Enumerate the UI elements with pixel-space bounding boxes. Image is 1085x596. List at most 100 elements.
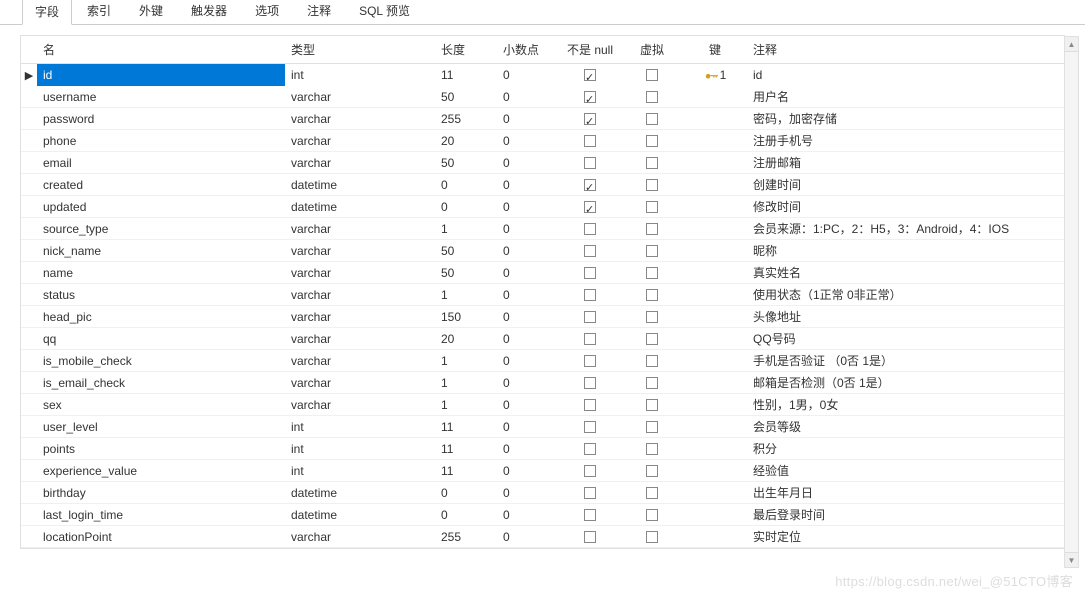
cell-decimals[interactable]: 0 (497, 130, 559, 152)
table-row[interactable]: qqvarchar200QQ号码 (21, 328, 1064, 350)
checkbox-icon[interactable] (646, 113, 658, 125)
checkbox-icon[interactable] (646, 509, 658, 521)
cell-comment[interactable]: 昵称 (747, 240, 1064, 262)
cell-type[interactable]: datetime (285, 174, 435, 196)
cell-key[interactable] (683, 438, 747, 460)
cell-key[interactable] (683, 306, 747, 328)
cell-name[interactable]: is_mobile_check (37, 350, 285, 372)
cell-name[interactable]: id (37, 64, 285, 86)
cell-comment[interactable]: 经验值 (747, 460, 1064, 482)
cell-not-null[interactable] (559, 240, 621, 262)
cell-not-null[interactable] (559, 262, 621, 284)
cell-not-null[interactable] (559, 438, 621, 460)
cell-not-null[interactable] (559, 218, 621, 240)
checkbox-icon[interactable] (584, 69, 596, 81)
cell-name[interactable]: source_type (37, 218, 285, 240)
cell-decimals[interactable]: 0 (497, 526, 559, 548)
cell-key[interactable]: 1 (683, 64, 747, 86)
cell-comment[interactable]: 会员等级 (747, 416, 1064, 438)
cell-not-null[interactable] (559, 64, 621, 86)
cell-not-null[interactable] (559, 108, 621, 130)
cell-comment[interactable]: 真实姓名 (747, 262, 1064, 284)
cell-virtual[interactable] (621, 284, 683, 306)
checkbox-icon[interactable] (584, 135, 596, 147)
header-key[interactable]: 键 (683, 36, 747, 63)
cell-type[interactable]: datetime (285, 482, 435, 504)
checkbox-icon[interactable] (646, 201, 658, 213)
cell-comment[interactable]: 创建时间 (747, 174, 1064, 196)
checkbox-icon[interactable] (584, 289, 596, 301)
cell-comment[interactable]: 出生年月日 (747, 482, 1064, 504)
cell-virtual[interactable] (621, 86, 683, 108)
cell-length[interactable]: 11 (435, 460, 497, 482)
cell-virtual[interactable] (621, 108, 683, 130)
checkbox-icon[interactable] (646, 223, 658, 235)
cell-comment[interactable]: 注册手机号 (747, 130, 1064, 152)
cell-length[interactable]: 255 (435, 108, 497, 130)
cell-type[interactable]: datetime (285, 196, 435, 218)
cell-type[interactable]: int (285, 460, 435, 482)
cell-comment[interactable]: 密码，加密存储 (747, 108, 1064, 130)
cell-decimals[interactable]: 0 (497, 86, 559, 108)
cell-name[interactable]: head_pic (37, 306, 285, 328)
cell-type[interactable]: varchar (285, 394, 435, 416)
checkbox-icon[interactable] (584, 113, 596, 125)
cell-type[interactable]: varchar (285, 328, 435, 350)
table-row[interactable]: namevarchar500真实姓名 (21, 262, 1064, 284)
table-row[interactable]: emailvarchar500注册邮箱 (21, 152, 1064, 174)
header-virtual[interactable]: 虚拟 (621, 36, 683, 63)
cell-decimals[interactable]: 0 (497, 306, 559, 328)
cell-key[interactable] (683, 262, 747, 284)
cell-decimals[interactable]: 0 (497, 218, 559, 240)
cell-name[interactable]: email (37, 152, 285, 174)
cell-not-null[interactable] (559, 306, 621, 328)
table-row[interactable]: passwordvarchar2550密码，加密存储 (21, 108, 1064, 130)
cell-decimals[interactable]: 0 (497, 350, 559, 372)
cell-not-null[interactable] (559, 416, 621, 438)
header-name[interactable]: 名 (37, 36, 285, 63)
cell-name[interactable]: birthday (37, 482, 285, 504)
cell-name[interactable]: phone (37, 130, 285, 152)
cell-not-null[interactable] (559, 482, 621, 504)
cell-length[interactable]: 1 (435, 218, 497, 240)
cell-key[interactable] (683, 372, 747, 394)
table-row[interactable]: locationPointvarchar2550实时定位 (21, 526, 1064, 548)
header-type[interactable]: 类型 (285, 36, 435, 63)
scroll-up-icon[interactable]: ▲ (1065, 37, 1078, 52)
checkbox-icon[interactable] (646, 531, 658, 543)
cell-type[interactable]: varchar (285, 262, 435, 284)
checkbox-icon[interactable] (584, 509, 596, 521)
cell-type[interactable]: varchar (285, 350, 435, 372)
cell-not-null[interactable] (559, 460, 621, 482)
cell-length[interactable]: 0 (435, 504, 497, 526)
cell-key[interactable] (683, 284, 747, 306)
checkbox-icon[interactable] (646, 465, 658, 477)
cell-key[interactable] (683, 482, 747, 504)
cell-decimals[interactable]: 0 (497, 416, 559, 438)
checkbox-icon[interactable] (646, 311, 658, 323)
cell-type[interactable]: varchar (285, 306, 435, 328)
checkbox-icon[interactable] (646, 157, 658, 169)
cell-comment[interactable]: 最后登录时间 (747, 504, 1064, 526)
cell-virtual[interactable] (621, 64, 683, 86)
cell-length[interactable]: 255 (435, 526, 497, 548)
cell-decimals[interactable]: 0 (497, 460, 559, 482)
cell-type[interactable]: varchar (285, 372, 435, 394)
cell-virtual[interactable] (621, 460, 683, 482)
cell-key[interactable] (683, 526, 747, 548)
cell-type[interactable]: datetime (285, 504, 435, 526)
cell-type[interactable]: varchar (285, 86, 435, 108)
cell-not-null[interactable] (559, 504, 621, 526)
checkbox-icon[interactable] (646, 135, 658, 147)
cell-type[interactable]: int (285, 438, 435, 460)
cell-key[interactable] (683, 416, 747, 438)
cell-name[interactable]: last_login_time (37, 504, 285, 526)
cell-name[interactable]: updated (37, 196, 285, 218)
cell-type[interactable]: varchar (285, 240, 435, 262)
cell-name[interactable]: status (37, 284, 285, 306)
table-row[interactable]: phonevarchar200注册手机号 (21, 130, 1064, 152)
cell-virtual[interactable] (621, 416, 683, 438)
cell-not-null[interactable] (559, 284, 621, 306)
cell-type[interactable]: int (285, 64, 435, 86)
cell-name[interactable]: sex (37, 394, 285, 416)
